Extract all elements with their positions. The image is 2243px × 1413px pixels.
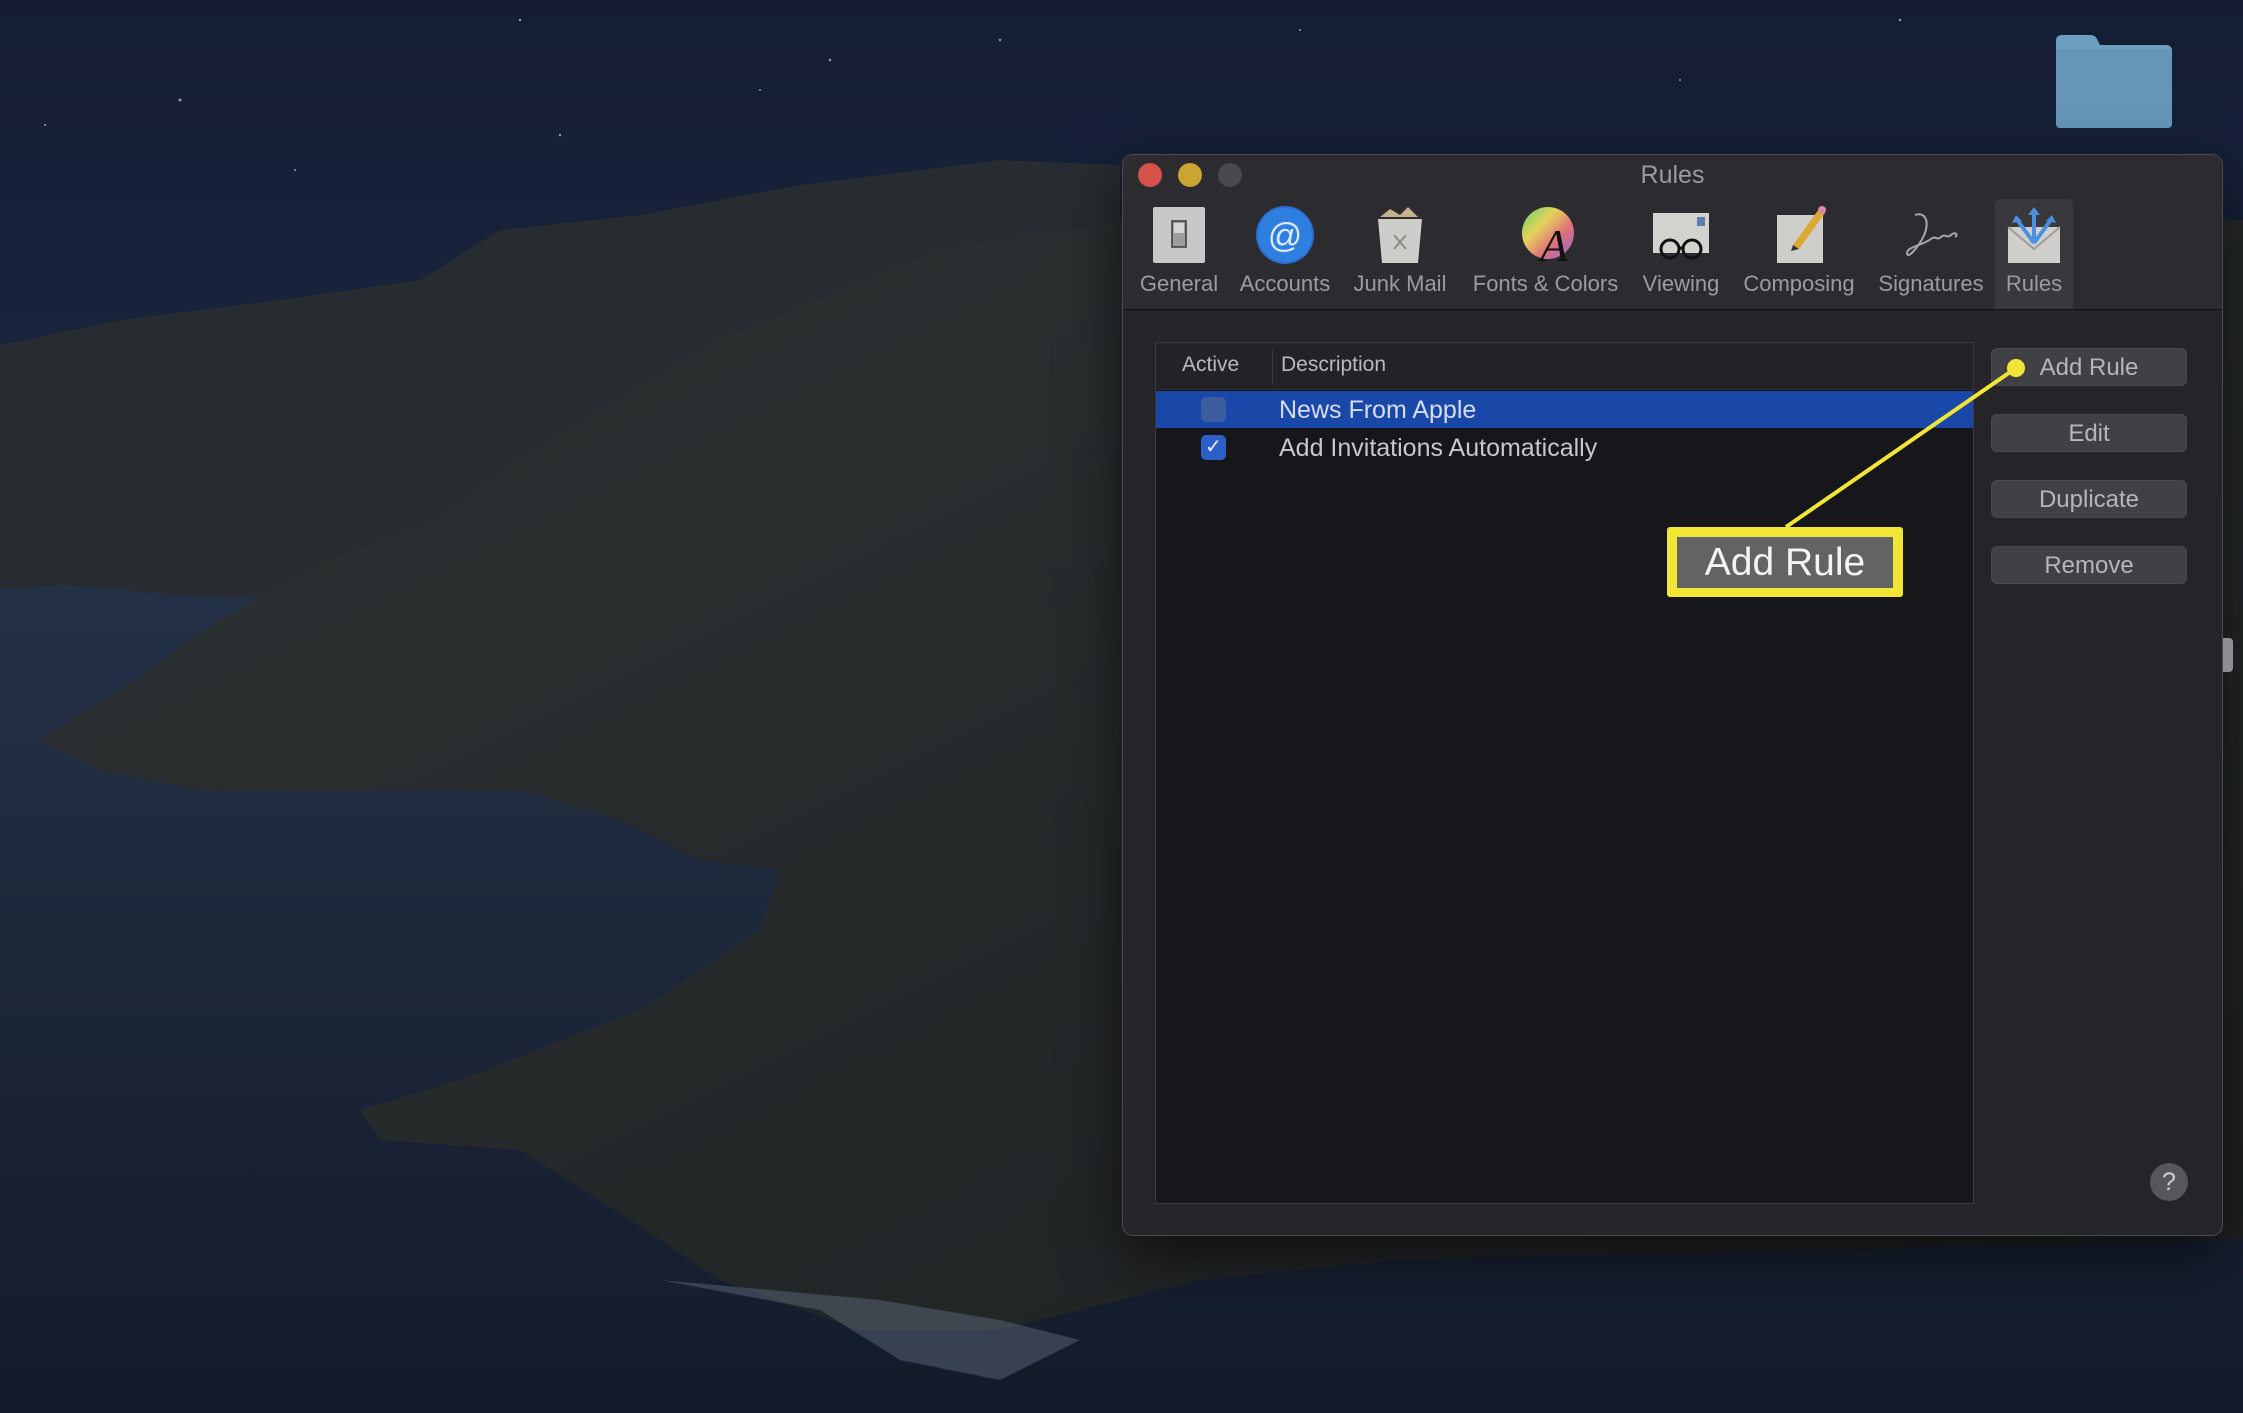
toolbar-item-fonts-colors[interactable]: A Fonts & Colors (1468, 199, 1623, 309)
table-row[interactable]: News From Apple (1156, 391, 1973, 428)
toolbar-label: Composing (1743, 271, 1855, 296)
active-checkbox[interactable] (1201, 397, 1226, 422)
window-title: Rules (1640, 161, 1705, 189)
svg-text:A: A (1537, 220, 1569, 265)
rule-description: Add Invitations Automatically (1279, 434, 1598, 462)
toolbar-item-rules[interactable]: Rules (1995, 199, 2073, 309)
toolbar-item-junk-mail[interactable]: Junk Mail (1348, 199, 1452, 309)
column-divider[interactable] (1272, 349, 1273, 385)
toolbar-label: Signatures (1878, 271, 1984, 296)
glasses-envelope-icon (1651, 205, 1711, 265)
toolbar-label: Junk Mail (1353, 271, 1447, 296)
color-wheel-font-icon: A (1516, 205, 1576, 271)
annotation-callout: Add Rule (1667, 527, 1903, 597)
help-button[interactable]: ? (2150, 1163, 2188, 1201)
switch-icon (1149, 205, 1209, 265)
toolbar-item-general[interactable]: General (1139, 199, 1219, 309)
toolbar-label: General (1139, 271, 1219, 296)
rule-description: News From Apple (1279, 396, 1477, 424)
pencil-paper-icon (1769, 205, 1829, 265)
table-header: Active Description (1156, 343, 1973, 390)
table-row[interactable]: ✓ Add Invitations Automatically (1156, 429, 1973, 466)
toolbar-item-signatures[interactable]: Signatures (1873, 199, 1989, 309)
toolbar-label: Fonts & Colors (1472, 271, 1619, 296)
column-header-description[interactable]: Description (1281, 353, 1386, 377)
svg-text:@: @ (1268, 217, 1303, 255)
window-titlebar: Rules General @ Accounts Junk Mail A Fon… (1123, 155, 2222, 310)
rules-table: Active Description News From Apple ✓ Add… (1155, 342, 1974, 1204)
toolbar-item-viewing[interactable]: Viewing (1639, 199, 1723, 309)
window-edge-handle[interactable] (2223, 638, 2233, 672)
trash-can-icon (1370, 205, 1430, 265)
toolbar-label: Rules (2005, 271, 2063, 296)
rules-envelope-icon (2004, 205, 2064, 265)
rules-preferences-window: Rules General @ Accounts Junk Mail A Fon… (1123, 155, 2222, 1235)
add-rule-button[interactable]: Add Rule (1991, 348, 2187, 386)
signature-icon (1901, 205, 1961, 265)
at-sign-icon: @ (1255, 205, 1315, 265)
remove-button[interactable]: Remove (1991, 546, 2187, 584)
toolbar-label: Viewing (1642, 271, 1720, 296)
edit-button[interactable]: Edit (1991, 414, 2187, 452)
toolbar-item-composing[interactable]: Composing (1738, 199, 1860, 309)
active-checkbox[interactable]: ✓ (1201, 435, 1226, 460)
column-header-active[interactable]: Active (1182, 353, 1239, 377)
duplicate-button[interactable]: Duplicate (1991, 480, 2187, 518)
annotation-callout-label: Add Rule (1677, 537, 1893, 588)
toolbar-item-accounts[interactable]: @ Accounts (1238, 199, 1332, 309)
toolbar-label: Accounts (1239, 271, 1331, 296)
desktop-folder-icon[interactable] (2054, 35, 2172, 128)
